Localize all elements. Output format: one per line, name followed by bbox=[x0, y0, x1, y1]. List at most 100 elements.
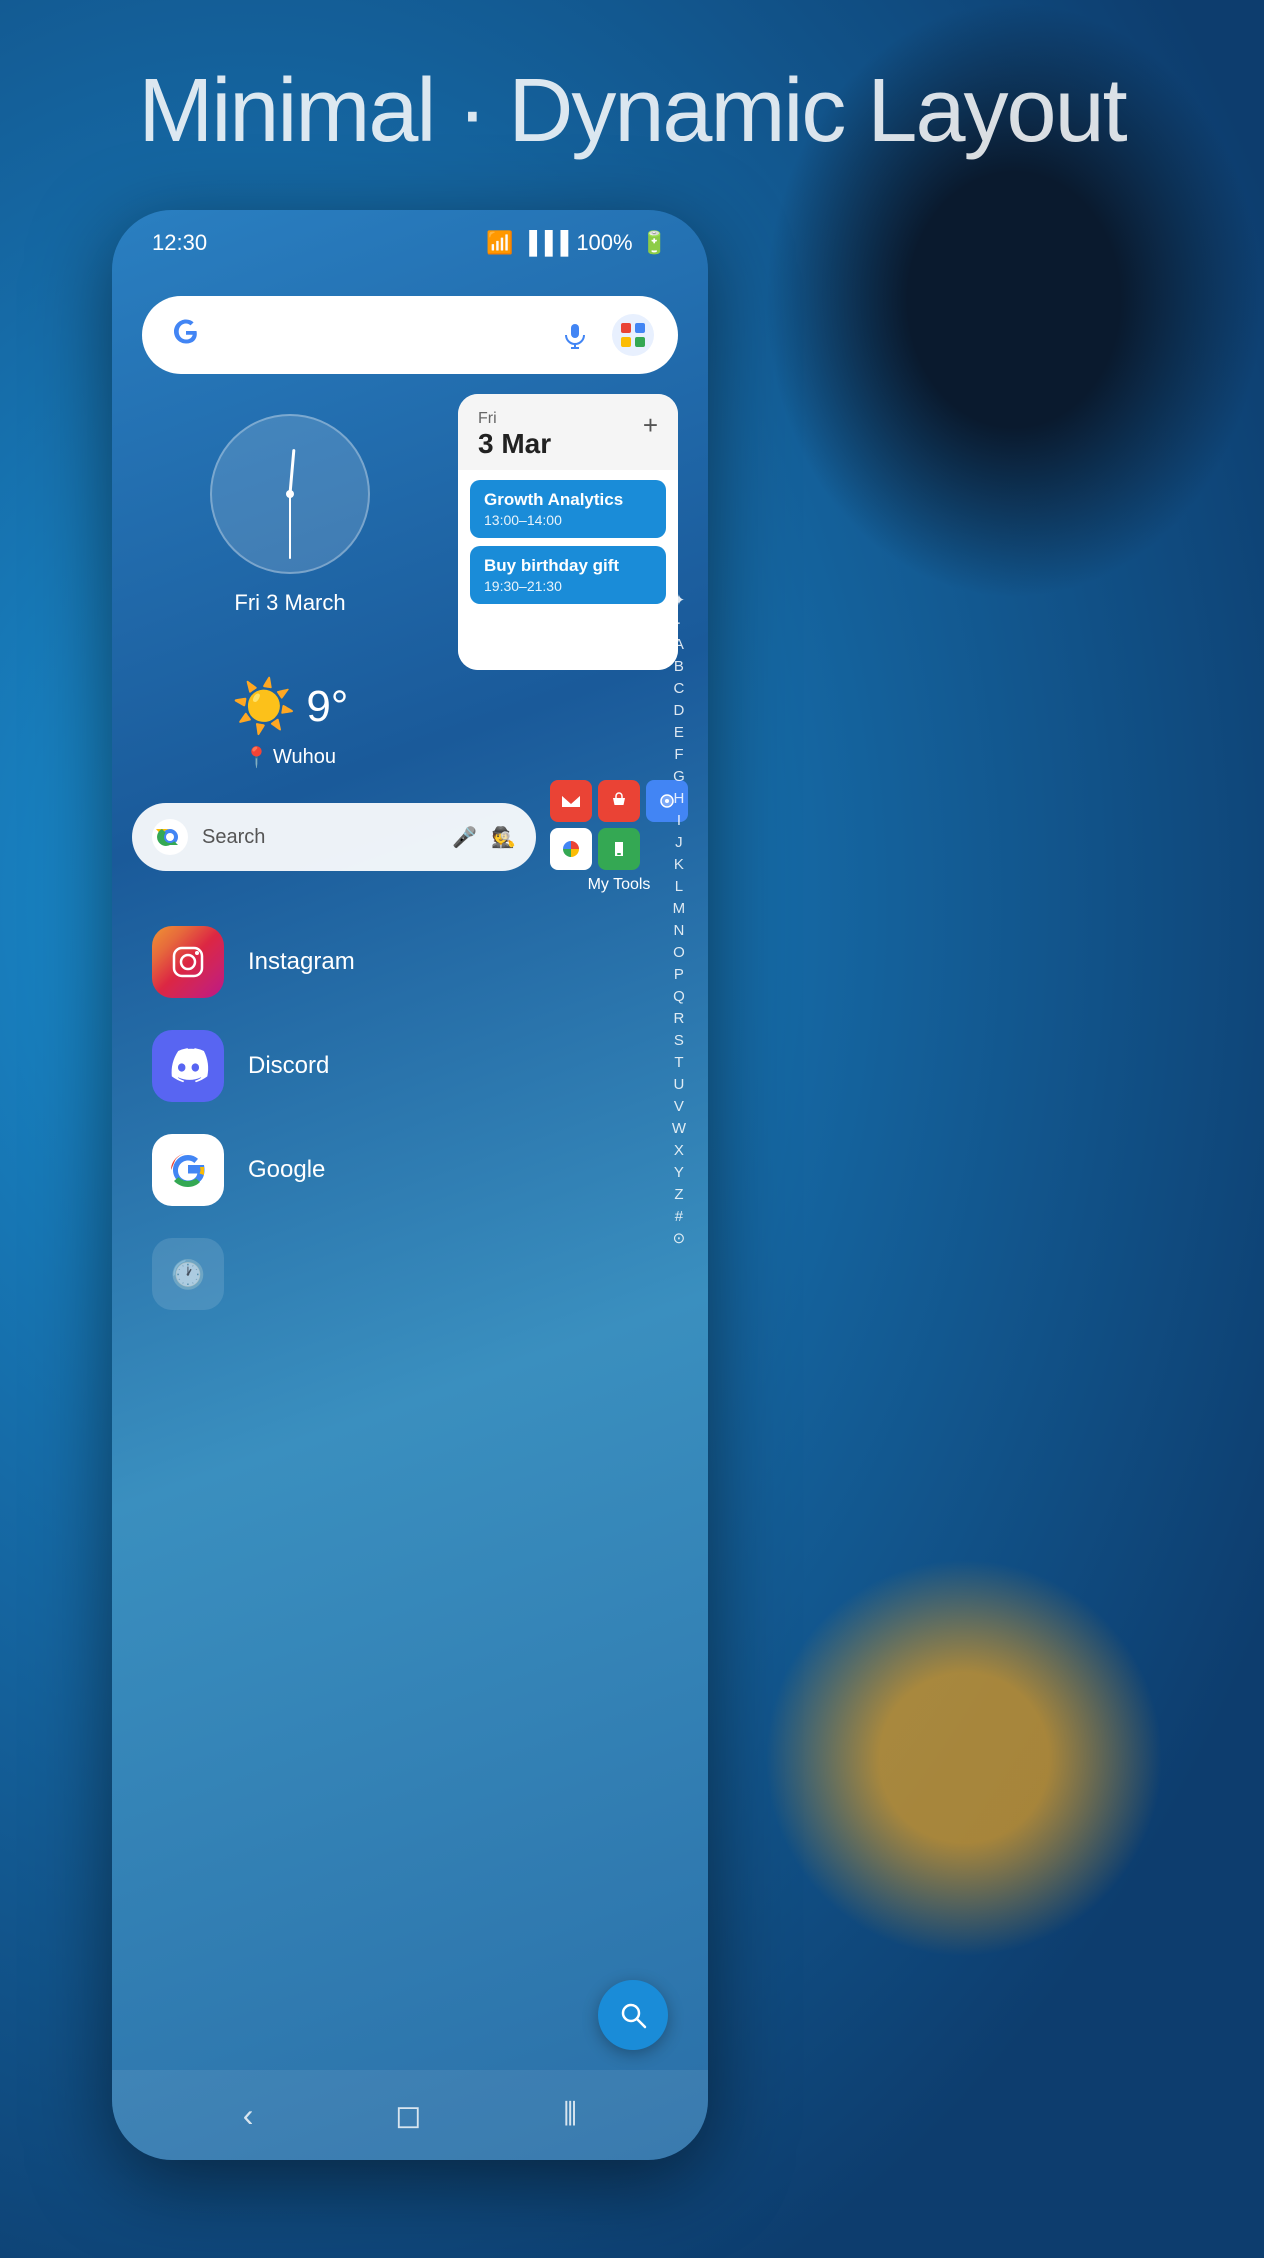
alpha-E[interactable]: E bbox=[674, 722, 684, 743]
alpha-F[interactable]: F bbox=[674, 744, 683, 765]
signal-icon: ▐▐▐ bbox=[522, 230, 569, 256]
nav-back-button[interactable]: ‹ bbox=[243, 2097, 254, 2134]
alpha-W[interactable]: W bbox=[672, 1118, 686, 1139]
battery-label: 100% bbox=[576, 230, 632, 256]
calendar-header: Fri 3 Mar + bbox=[458, 394, 678, 470]
weather-widget: ☀️ 9° 📍 Wuhou bbox=[232, 656, 349, 770]
alpha-B[interactable]: B bbox=[674, 656, 684, 677]
photos-tool-icon[interactable] bbox=[550, 828, 592, 870]
clock-widget: Fri 3 March bbox=[200, 394, 380, 636]
calendar-events: Growth Analytics 13:00–14:00 Buy birthda… bbox=[458, 470, 678, 670]
chrome-mic-icon[interactable]: 🎤 bbox=[452, 825, 477, 850]
city-label: 📍 Wuhou bbox=[244, 745, 336, 770]
discord-app-item[interactable]: Discord bbox=[142, 1014, 678, 1118]
clock-date: Fri 3 March bbox=[234, 590, 345, 616]
nav-home-button[interactable]: ◻ bbox=[395, 2096, 422, 2134]
event-1-title: Growth Analytics bbox=[484, 490, 652, 510]
alpha-J[interactable]: J bbox=[675, 832, 683, 853]
discord-label: Discord bbox=[248, 1052, 329, 1080]
status-bar: 12:30 📶 ▐▐▐ 100% 🔋 bbox=[112, 210, 708, 266]
fab-search-button[interactable] bbox=[598, 1980, 668, 2050]
nav-recent-button[interactable]: ⦀ bbox=[563, 2096, 577, 2134]
discord-icon bbox=[152, 1030, 224, 1102]
chrome-icon bbox=[152, 819, 188, 855]
alpha-V[interactable]: V bbox=[674, 1096, 684, 1117]
weather-main: ☀️ 9° bbox=[232, 676, 349, 737]
my-tools-label: My Tools bbox=[588, 876, 651, 894]
tools-icons-grid bbox=[550, 780, 688, 870]
google-search-bar[interactable] bbox=[142, 296, 678, 374]
calendar-date: 3 Mar bbox=[478, 428, 551, 460]
alpha-R[interactable]: R bbox=[673, 1008, 684, 1029]
page-title: Minimal · Dynamic Layout bbox=[0, 60, 1264, 163]
alpha-O[interactable]: O bbox=[673, 942, 685, 963]
alpha-K[interactable]: K bbox=[674, 854, 684, 875]
battery-icon: 🔋 bbox=[641, 230, 668, 256]
instagram-label: Instagram bbox=[248, 948, 355, 976]
location-pin-icon: 📍 bbox=[244, 745, 269, 770]
alpha-P[interactable]: P bbox=[674, 964, 684, 985]
alpha-L[interactable]: L bbox=[675, 876, 683, 897]
bg-orange-blob bbox=[764, 1558, 1164, 1958]
google-app-item[interactable]: Google bbox=[142, 1118, 678, 1222]
widgets-row: Fri 3 March ☀️ 9° 📍 Wuhou Fri 3 Mar bbox=[142, 394, 678, 770]
status-time: 12:30 bbox=[152, 230, 207, 256]
calendar-add-button[interactable]: + bbox=[643, 410, 658, 441]
chrome-search-text: Search bbox=[202, 826, 438, 849]
alpha-I[interactable]: I bbox=[677, 810, 681, 831]
event-1-time: 13:00–14:00 bbox=[484, 512, 652, 528]
google-icon bbox=[152, 1134, 224, 1206]
shopping-tool-icon[interactable] bbox=[598, 780, 640, 822]
calendar-widget[interactable]: Fri 3 Mar + Growth Analytics 13:00–14:00… bbox=[458, 394, 678, 670]
alpha-A[interactable]: A bbox=[674, 634, 684, 655]
sun-icon: ☀️ bbox=[232, 676, 297, 737]
alpha-N[interactable]: N bbox=[673, 920, 684, 941]
calendar-event-1[interactable]: Growth Analytics 13:00–14:00 bbox=[470, 480, 666, 538]
alpha-circle[interactable]: ⊙ bbox=[673, 1228, 686, 1249]
alpha-T[interactable]: T bbox=[674, 1052, 683, 1073]
hour-hand bbox=[289, 449, 296, 494]
calendar-event-2[interactable]: Buy birthday gift 19:30–21:30 bbox=[470, 546, 666, 604]
partial-app-icon: 🕐 bbox=[152, 1238, 224, 1310]
calendar-day: Fri bbox=[478, 410, 551, 428]
alpha-U[interactable]: U bbox=[673, 1074, 684, 1095]
app-list: Instagram Discord Google bbox=[142, 910, 678, 1326]
event-2-title: Buy birthday gift bbox=[484, 556, 652, 576]
alpha-hash[interactable]: # bbox=[675, 1206, 683, 1227]
google-g-icon bbox=[166, 315, 206, 355]
google-label: Google bbox=[248, 1156, 325, 1184]
alpha-M[interactable]: M bbox=[673, 898, 686, 919]
event-2-time: 19:30–21:30 bbox=[484, 578, 652, 594]
analog-clock-face bbox=[210, 414, 370, 574]
instagram-icon bbox=[152, 926, 224, 998]
alpha-H[interactable]: H bbox=[673, 788, 684, 809]
alpha-star[interactable]: ✦ bbox=[673, 590, 686, 611]
minute-hand bbox=[289, 494, 291, 559]
google-lens-icon[interactable] bbox=[612, 314, 654, 356]
calendar-date-block: Fri 3 Mar bbox=[478, 410, 551, 460]
alpha-D[interactable]: D bbox=[673, 700, 684, 721]
alpha-X[interactable]: X bbox=[674, 1140, 684, 1161]
phone-frame: 12:30 📶 ▐▐▐ 100% 🔋 bbox=[112, 210, 708, 2160]
alpha-G[interactable]: G bbox=[673, 766, 685, 787]
alpha-C[interactable]: C bbox=[673, 678, 684, 699]
chrome-search-row[interactable]: Search 🎤 🕵 bbox=[132, 803, 536, 871]
alpha-Z[interactable]: Z bbox=[674, 1184, 683, 1205]
my-tools-cluster[interactable]: My Tools bbox=[550, 780, 688, 894]
microphone-icon[interactable] bbox=[554, 314, 596, 356]
temperature: 9° bbox=[306, 682, 348, 732]
alpha-S[interactable]: S bbox=[674, 1030, 684, 1051]
instagram-app-item[interactable]: Instagram bbox=[142, 910, 678, 1014]
alpha-Y[interactable]: Y bbox=[674, 1162, 684, 1183]
clock-center-dot bbox=[286, 490, 294, 498]
alpha-Q[interactable]: Q bbox=[673, 986, 685, 1007]
incognito-icon[interactable]: 🕵 bbox=[491, 825, 516, 850]
wifi-icon: 📶 bbox=[486, 230, 513, 256]
gmail-tool-icon[interactable] bbox=[550, 780, 592, 822]
alpha-dot[interactable]: · bbox=[676, 612, 681, 633]
partial-app-item: 🕐 bbox=[142, 1222, 678, 1326]
alphabet-sidebar[interactable]: ✦ · A B C D E F G H I J K L M N O P Q R … bbox=[672, 590, 686, 1249]
nav-bar: ‹ ◻ ⦀ bbox=[112, 2070, 708, 2160]
status-icons: 📶 ▐▐▐ 100% 🔋 bbox=[486, 230, 668, 256]
phone-tool-icon[interactable] bbox=[598, 828, 640, 870]
